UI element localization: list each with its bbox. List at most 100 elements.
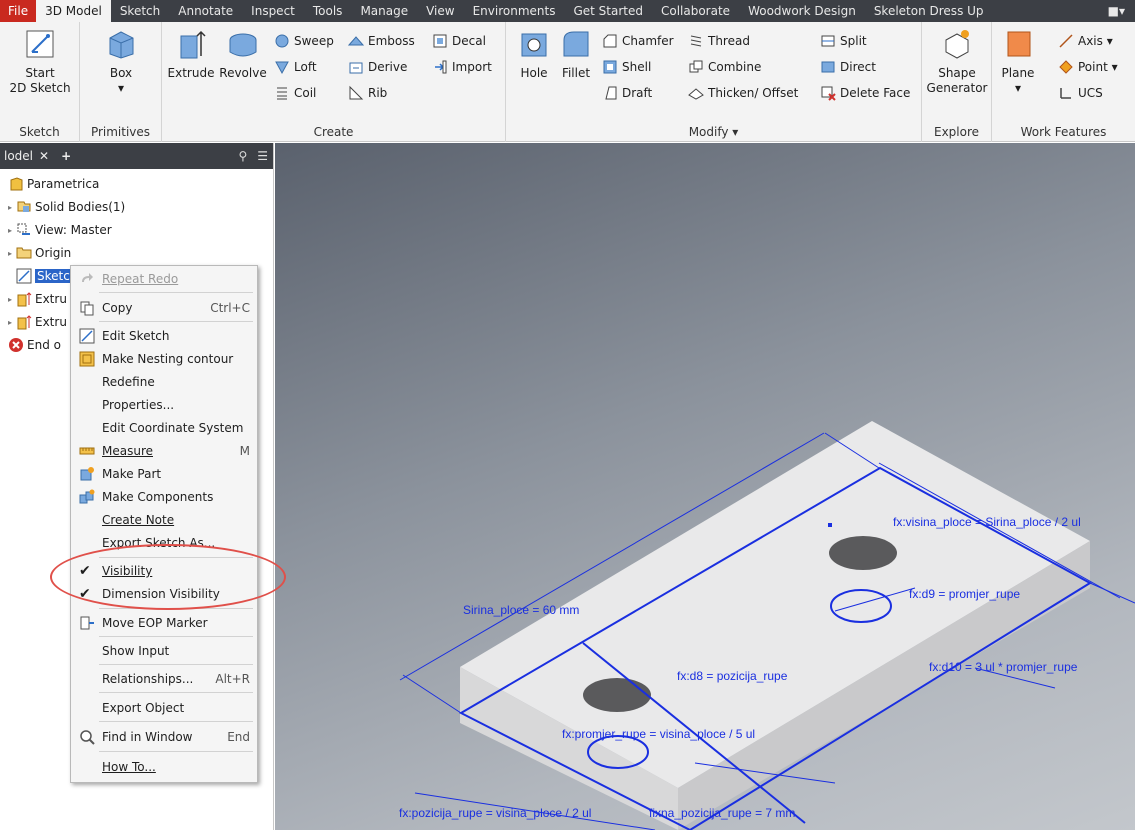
group-modify: Hole Fillet Chamfer Shell Draft Thread C…	[506, 22, 922, 142]
dim-fiksna: fixna_pozicija_rupe = 7 mm	[649, 806, 795, 820]
plane-button[interactable]: Plane ▾	[998, 28, 1038, 96]
sweep-button[interactable]: Sweep	[274, 30, 334, 52]
tab-woodwork-design[interactable]: Woodwork Design	[739, 0, 865, 22]
expand-icon[interactable]: ▸	[8, 318, 16, 327]
add-icon[interactable]: +	[55, 149, 77, 163]
tab-get-started[interactable]: Get Started	[564, 0, 652, 22]
tab-sketch[interactable]: Sketch	[111, 0, 169, 22]
expand-icon[interactable]: ▸	[8, 203, 16, 212]
end-of-part-icon	[8, 337, 24, 353]
hole-button[interactable]: Hole	[510, 28, 558, 81]
menu-item-export-object[interactable]: Export Object	[71, 697, 257, 719]
menu-item-move-eop-marker[interactable]: Move EOP Marker	[71, 612, 257, 634]
dim-promjer: fx:promjer_rupe = visina_ploce / 5 ul	[562, 727, 755, 741]
loft-button[interactable]: Loft	[274, 56, 317, 78]
emboss-button[interactable]: Emboss	[347, 30, 415, 52]
expand-icon[interactable]: ▸	[8, 295, 16, 304]
decal-button[interactable]: Decal	[432, 30, 486, 52]
tree-item-part[interactable]: Parametrica	[8, 173, 99, 195]
box-icon	[105, 28, 137, 60]
ucs-button[interactable]: UCS	[1058, 82, 1103, 104]
sketch-point	[828, 523, 832, 527]
tab-file[interactable]: File	[0, 0, 37, 22]
menu-item-edit-coordinate-system[interactable]: Edit Coordinate System	[71, 417, 257, 439]
ribbon-options-icon[interactable]: ■▾	[1098, 0, 1135, 22]
menu-item-repeat-redo[interactable]: Repeat Redo	[71, 268, 257, 290]
sweep-icon	[274, 33, 290, 49]
derive-button[interactable]: Derive	[348, 56, 407, 78]
menu-item-how-to[interactable]: How To...	[71, 756, 257, 778]
tab-tools[interactable]: Tools	[304, 0, 352, 22]
box-button[interactable]: Box ▾	[100, 28, 142, 96]
start-2d-sketch-button[interactable]: Start 2D Sketch	[8, 28, 72, 96]
revolve-button[interactable]: Revolve	[218, 28, 268, 81]
tab-manage[interactable]: Manage	[351, 0, 417, 22]
browser-header: lodel ✕ + ⚲ ☰	[0, 143, 273, 169]
menu-item-make-nesting-contour[interactable]: Make Nesting contour	[71, 348, 257, 370]
group-label-modify[interactable]: Modify ▾	[506, 122, 921, 142]
tree-item-view-master[interactable]: ▸ View: Master	[8, 219, 112, 241]
chamfer-button[interactable]: Chamfer	[602, 30, 674, 52]
split-button[interactable]: Split	[820, 30, 867, 52]
redo-icon	[79, 271, 95, 287]
shell-button[interactable]: Shell	[602, 56, 651, 78]
fillet-button[interactable]: Fillet	[556, 28, 596, 81]
thread-button[interactable]: Thread	[688, 30, 750, 52]
menu-icon[interactable]: ☰	[252, 149, 273, 163]
tab-view[interactable]: View	[417, 0, 463, 22]
tab-3d-model[interactable]: 3D Model	[36, 0, 111, 22]
point-button[interactable]: Point ▾	[1058, 56, 1118, 78]
menu-item-properties[interactable]: Properties...	[71, 394, 257, 416]
menu-item-make-part[interactable]: Make Part	[71, 463, 257, 485]
context-menu: Repeat Redo Copy Ctrl+C Edit Sketch Make…	[70, 265, 258, 783]
menu-item-show-input[interactable]: Show Input	[71, 640, 257, 662]
axis-button[interactable]: Axis ▾	[1058, 30, 1113, 52]
import-button[interactable]: Import	[432, 56, 492, 78]
graphics-window[interactable]: Sirina_ploce = 60 mm fx:visina_ploce = S…	[275, 143, 1135, 830]
extrude-button[interactable]: Extrude	[166, 28, 216, 81]
delete-face-button[interactable]: Delete Face	[820, 82, 910, 104]
menu-item-edit-sketch[interactable]: Edit Sketch	[71, 325, 257, 347]
measure-icon	[79, 443, 95, 459]
group-explore: Shape Generator Explore	[922, 22, 992, 142]
menu-item-create-note[interactable]: Create Note	[71, 509, 257, 531]
tree-item-sketch[interactable]: Sketc	[16, 265, 72, 287]
tree-item-end-of-part[interactable]: End o	[8, 334, 61, 356]
delete-face-icon	[820, 85, 836, 101]
menu-item-relationships[interactable]: Relationships... Alt+R	[71, 668, 257, 690]
tab-collaborate[interactable]: Collaborate	[652, 0, 739, 22]
menu-item-copy[interactable]: Copy Ctrl+C	[71, 297, 257, 319]
tree-item-extrusion-2[interactable]: ▸ Extru	[8, 311, 67, 333]
hole-icon	[518, 28, 550, 60]
eop-marker-icon	[79, 615, 95, 631]
shape-generator-button[interactable]: Shape Generator	[925, 28, 989, 96]
expand-icon[interactable]: ▸	[8, 226, 16, 235]
menu-item-measure[interactable]: Measure M	[71, 440, 257, 462]
emboss-icon	[347, 33, 365, 49]
draft-button[interactable]: Draft	[602, 82, 652, 104]
coil-button[interactable]: Coil	[274, 82, 316, 104]
tree-item-extrusion-1[interactable]: ▸ Extru	[8, 288, 67, 310]
combine-button[interactable]: Combine	[688, 56, 761, 78]
menu-item-find-in-window[interactable]: Find in Window End	[71, 726, 257, 748]
tab-inspect[interactable]: Inspect	[242, 0, 304, 22]
group-label-sketch: Sketch	[19, 125, 60, 139]
tree-item-solid-bodies[interactable]: ▸ Solid Bodies(1)	[8, 196, 125, 218]
close-icon[interactable]: ✕	[33, 149, 55, 163]
search-icon[interactable]: ⚲	[233, 149, 252, 163]
tab-environments[interactable]: Environments	[464, 0, 565, 22]
expand-icon[interactable]: ▸	[8, 249, 16, 258]
dim-pozicija: fx:pozicija_rupe = visina_ploce / 2 ul	[399, 806, 591, 820]
menu-item-make-components[interactable]: Make Components	[71, 486, 257, 508]
thicken-offset-button[interactable]: Thicken/ Offset	[688, 82, 798, 104]
tab-annotate[interactable]: Annotate	[169, 0, 242, 22]
revolve-icon	[227, 28, 259, 60]
group-label-work-features: Work Features	[1020, 125, 1107, 139]
find-icon	[79, 729, 95, 745]
rib-button[interactable]: Rib	[348, 82, 387, 104]
tab-skeleton-dress-up[interactable]: Skeleton Dress Up	[865, 0, 993, 22]
copy-icon	[79, 300, 95, 316]
direct-button[interactable]: Direct	[820, 56, 876, 78]
tree-item-origin[interactable]: ▸ Origin	[8, 242, 71, 264]
menu-item-redefine[interactable]: Redefine	[71, 371, 257, 393]
